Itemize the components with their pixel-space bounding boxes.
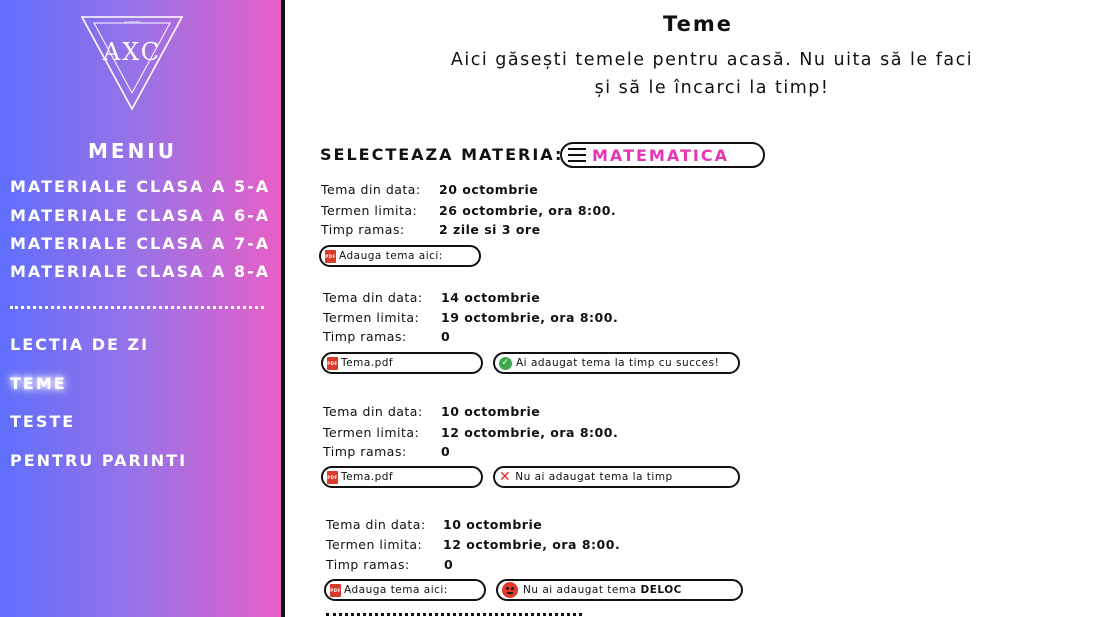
sidebar-item-class-8[interactable]: MATERIALE CLASA A 8-A: [10, 262, 270, 281]
homework-remaining: 2 zile si 3 ore: [439, 222, 541, 237]
sidebar-item-teme[interactable]: TEME: [10, 374, 67, 393]
pdf-file-icon: PDF: [325, 249, 336, 263]
homework-status-text: Nu ai adaugat tema: [523, 584, 637, 596]
page-subtitle-line2: și să le încarci la timp!: [594, 78, 830, 98]
menu-title: MENIU: [88, 139, 177, 163]
upload-homework-button[interactable]: PDF Adauga tema aici:: [324, 579, 486, 601]
subject-select[interactable]: MATEMATICA: [560, 142, 765, 168]
logo-small-text: ASCENTED: [124, 20, 141, 24]
homework-file-name: Tema.pdf: [341, 471, 394, 483]
homework-status-text: Nu ai adaugat tema la timp: [515, 471, 673, 483]
homework-date-label: Tema din data:: [321, 182, 421, 197]
homework-deadline-label: Termen limita:: [321, 203, 418, 218]
sidebar-item-pentru-parinti[interactable]: PENTRU PARINTI: [10, 451, 187, 470]
homework-date: 10 octombrie: [441, 404, 541, 419]
homework-file-button[interactable]: PDF Tema.pdf: [321, 352, 483, 374]
sidebar: AXC ASCENTED MENIU MATERIALE CLASA A 5-A…: [0, 0, 281, 617]
subject-select-value: MATEMATICA: [592, 145, 729, 165]
homework-date-label: Tema din data:: [326, 517, 426, 532]
homework-remaining: 0: [441, 444, 451, 459]
homework-date-label: Tema din data:: [323, 404, 423, 419]
sidebar-item-teste[interactable]: TESTE: [10, 412, 75, 431]
homework-deadline: 12 octombrie, ora 8:00.: [443, 537, 621, 552]
homework-date: 10 octombrie: [443, 517, 543, 532]
homework-remaining: 0: [444, 557, 454, 572]
homework-file-button[interactable]: PDF Tema.pdf: [321, 466, 483, 488]
sidebar-item-class-5[interactable]: MATERIALE CLASA A 5-A: [10, 177, 270, 196]
sidebar-item-class-7[interactable]: MATERIALE CLASA A 7-A: [10, 234, 270, 253]
upload-homework-label: Adauga tema aici:: [339, 250, 443, 262]
page-subtitle-line1: Aici găsești temele pentru acasă. Nu uit…: [450, 50, 974, 70]
homework-date-label: Tema din data:: [323, 290, 423, 305]
sidebar-divider: [10, 306, 264, 309]
page-title: Teme: [663, 12, 733, 36]
homework-deadline: 26 octombrie, ora 8:00.: [439, 203, 617, 218]
pdf-file-icon: PDF: [327, 356, 338, 370]
homework-deadline: 19 octombrie, ora 8:00.: [441, 310, 619, 325]
homework-file-name: Tema.pdf: [341, 357, 394, 369]
pdf-file-icon: PDF: [330, 583, 341, 597]
pdf-file-icon: PDF: [327, 470, 338, 484]
sidebar-item-lectia-de-zi[interactable]: LECTIA DE ZI: [10, 335, 149, 354]
logo-text: AXC: [102, 38, 161, 66]
homework-deadline-label: Termen limita:: [323, 310, 420, 325]
homework-status-badge: ✕ Nu ai adaugat tema la timp: [493, 466, 740, 488]
upload-homework-label: Adauga tema aici:: [344, 584, 448, 596]
homework-status-badge: Nu ai adaugat tema DELOC: [496, 579, 743, 601]
homework-deadline-label: Termen limita:: [326, 537, 423, 552]
homework-status-badge: ✓ Ai adaugat tema la timp cu succes!: [493, 352, 740, 374]
page-subtitle: Aici găsești temele pentru acasă. Nu uit…: [422, 46, 1002, 102]
check-circle-icon: ✓: [499, 356, 512, 370]
homework-deadline-label: Termen limita:: [323, 425, 420, 440]
x-mark-icon: ✕: [499, 469, 512, 485]
homework-date: 20 octombrie: [439, 182, 539, 197]
section-divider: [326, 613, 582, 616]
homework-remaining-label: Timp ramas:: [326, 557, 410, 572]
sidebar-item-class-6[interactable]: MATERIALE CLASA A 6-A: [10, 206, 270, 225]
logo-icon[interactable]: AXC ASCENTED: [80, 15, 184, 111]
upload-homework-button[interactable]: PDF Adauga tema aici:: [319, 245, 481, 267]
homework-deadline: 12 octombrie, ora 8:00.: [441, 425, 619, 440]
homework-remaining-label: Timp ramas:: [323, 329, 407, 344]
homework-remaining: 0: [441, 329, 451, 344]
angry-face-icon: [502, 582, 518, 598]
sidebar-border: [281, 0, 285, 617]
homework-status-emphasis: DELOC: [640, 584, 682, 596]
hamburger-icon: [568, 148, 586, 162]
homework-date: 14 octombrie: [441, 290, 541, 305]
homework-remaining-label: Timp ramas:: [323, 444, 407, 459]
subject-select-label: SELECTEAZA MATERIA:: [320, 145, 564, 164]
homework-status-text: Ai adaugat tema la timp cu succes!: [516, 357, 720, 369]
homework-remaining-label: Timp ramas:: [321, 222, 405, 237]
